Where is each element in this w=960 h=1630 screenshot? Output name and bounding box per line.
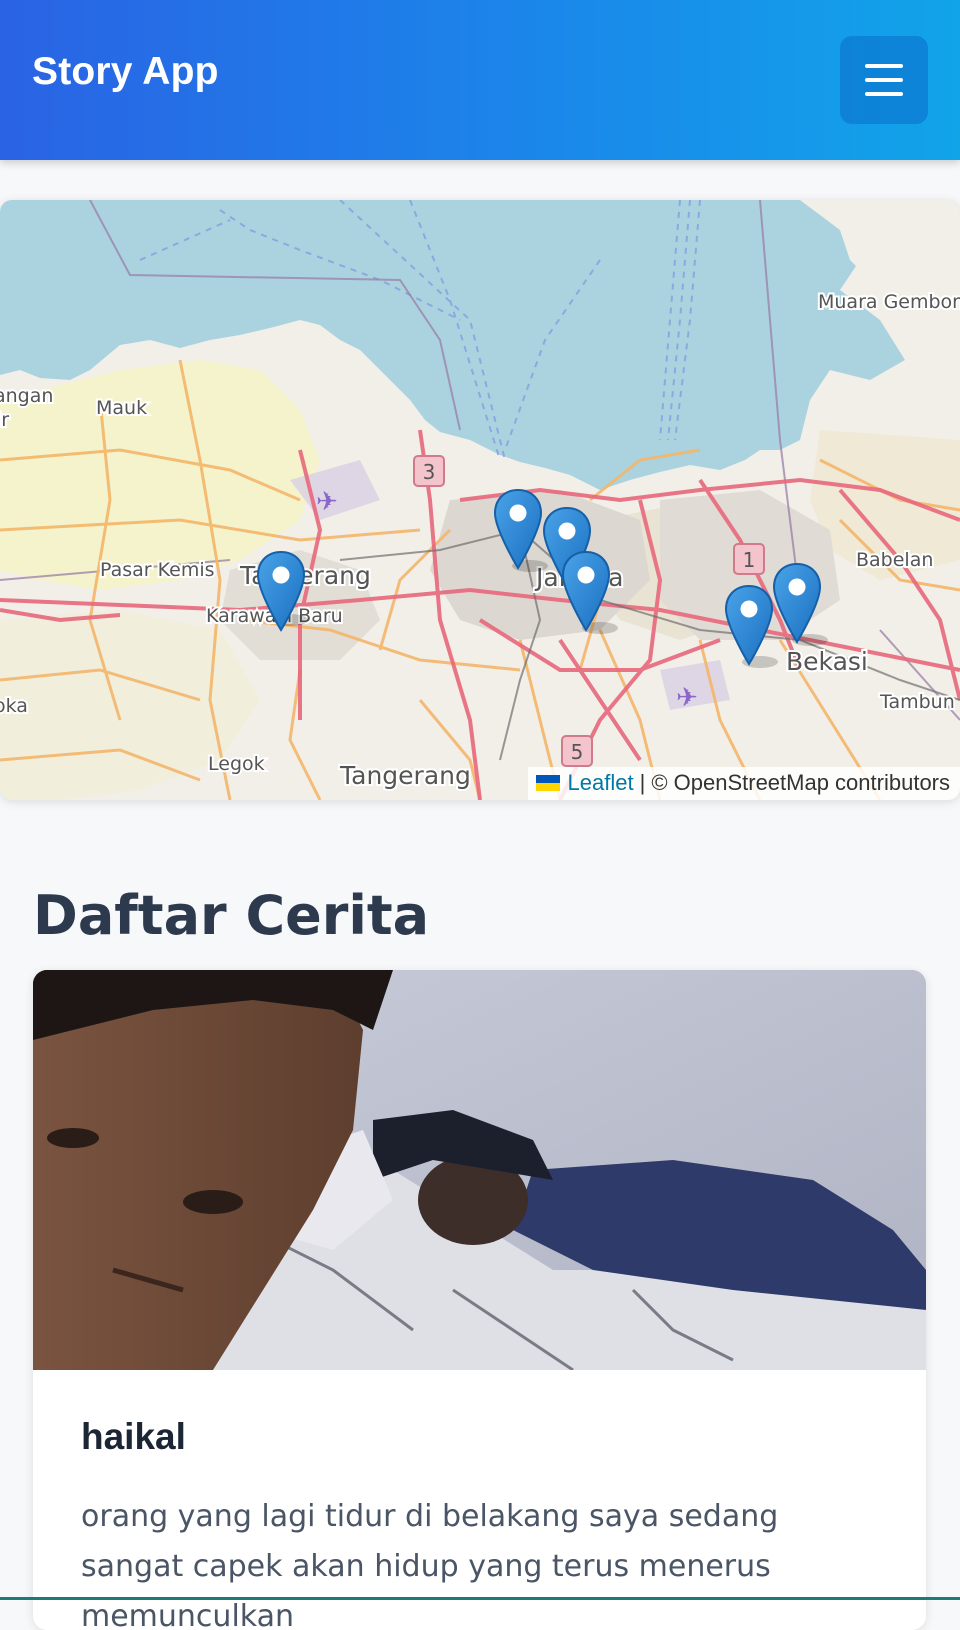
map-tiles[interactable]: 3 1 5 ✈ ✈ Muara Gembong angan ir Mauk Pa… — [0, 200, 960, 800]
hamburger-menu-icon — [865, 64, 903, 96]
section-title: Daftar Cerita — [33, 884, 430, 947]
map-label-ir: ir — [0, 409, 9, 431]
story-card[interactable]: haikal orang yang lagi tidur di belakang… — [33, 970, 926, 1630]
map-label-legok: Legok — [208, 753, 265, 775]
map-label-oka: oka — [0, 695, 28, 717]
map-label-pasar-kemis: Pasar Kemis — [100, 559, 215, 581]
map-label-tangerang: Tangerang — [339, 761, 471, 790]
story-description: orang yang lagi tidur di belakang saya s… — [81, 1499, 779, 1630]
map-label-tambun: Tambun — [879, 691, 955, 713]
leaflet-link[interactable]: Leaflet — [568, 770, 634, 796]
ukraine-flag-icon — [535, 775, 560, 791]
osm-attribution: © OpenStreetMap contributors — [651, 770, 950, 795]
map-label-angan: angan — [0, 385, 53, 407]
story-image — [33, 970, 926, 1370]
app-header: Story App — [0, 0, 960, 160]
svg-text:1: 1 — [743, 548, 756, 572]
app-brand[interactable]: Story App — [32, 50, 219, 94]
highway-shield-1: 1 — [733, 543, 765, 575]
airport-icon: ✈ — [316, 487, 338, 517]
airport-icon: ✈ — [676, 683, 698, 713]
svg-text:5: 5 — [571, 740, 584, 764]
map-attribution: Leaflet | © OpenStreetMap contributors — [527, 767, 960, 800]
map-label-muara-gembong: Muara Gembong — [818, 291, 960, 313]
story-author[interactable]: haikal — [81, 1416, 878, 1458]
story-photo[interactable] — [33, 970, 926, 1370]
map-label-babelan: Babelan — [856, 549, 933, 571]
highway-shield-5: 5 — [561, 735, 593, 767]
story-map[interactable]: 3 1 5 ✈ ✈ Muara Gembong angan ir Mauk Pa… — [0, 200, 960, 800]
map-label-bekasi: Bekasi — [786, 647, 868, 676]
highway-shield-3: 3 — [413, 455, 445, 487]
attribution-separator: | — [639, 770, 646, 795]
svg-text:3: 3 — [423, 460, 436, 484]
story-body: haikal orang yang lagi tidur di belakang… — [33, 1370, 926, 1630]
menu-button[interactable] — [840, 36, 928, 124]
map-label-mauk: Mauk — [96, 397, 147, 419]
